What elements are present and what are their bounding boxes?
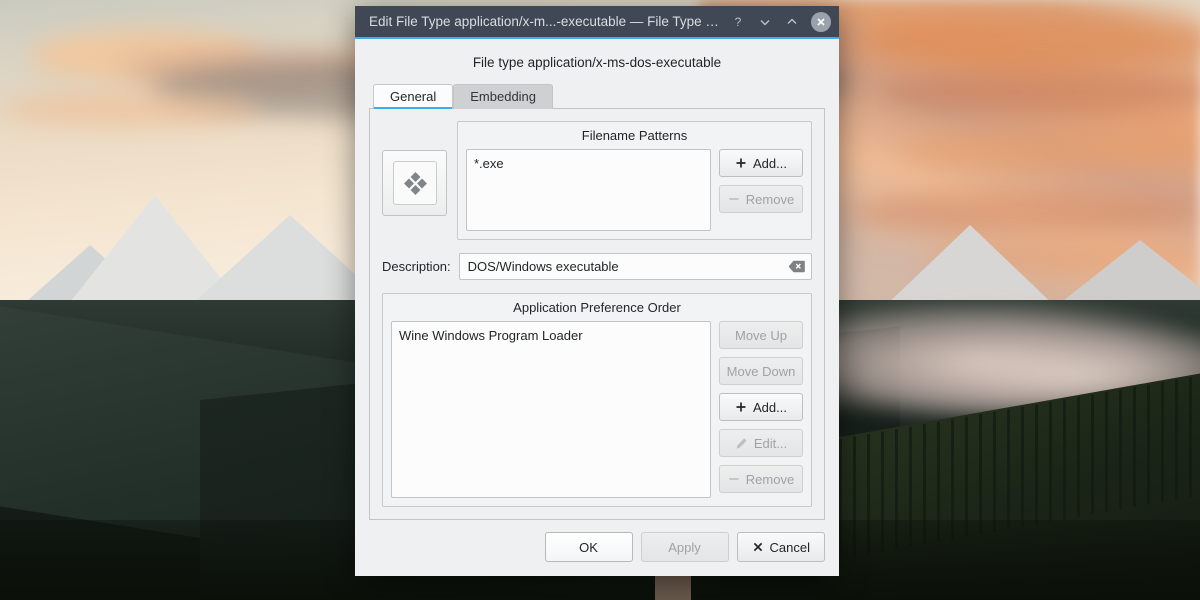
cancel-label: Cancel [770, 540, 810, 555]
help-icon[interactable]: ? [726, 10, 750, 34]
description-row: Description: DOS/Windows executable [382, 253, 812, 280]
add-pattern-label: Add... [753, 156, 787, 171]
description-label: Description: [382, 259, 451, 274]
minus-icon [728, 473, 740, 485]
application-preference-body: Wine Windows Program Loader Move Up Move… [391, 321, 803, 498]
edit-application-button[interactable]: Edit... [719, 429, 803, 457]
tab-general[interactable]: General [373, 84, 453, 109]
filename-patterns-buttons: Add... Remove [719, 149, 803, 231]
cancel-button[interactable]: Cancel [737, 532, 825, 562]
description-input[interactable]: DOS/Windows executable [459, 253, 812, 280]
clear-text-icon[interactable] [788, 260, 805, 273]
filename-patterns-body: *.exe Add... Remove [466, 149, 803, 231]
file-type-icon [393, 161, 437, 205]
cloud [860, 10, 1200, 70]
remove-application-label: Remove [746, 472, 794, 487]
edit-application-label: Edit... [754, 436, 787, 451]
apply-button[interactable]: Apply [641, 532, 729, 562]
application-preference-group: Application Preference Order Wine Window… [382, 293, 812, 507]
application-preference-list[interactable]: Wine Windows Program Loader [391, 321, 711, 498]
apply-label: Apply [668, 540, 701, 555]
svg-text:?: ? [735, 15, 742, 29]
file-type-icon-button[interactable] [382, 150, 447, 216]
filename-patterns-row: Filename Patterns *.exe Add... [382, 121, 812, 240]
add-application-button[interactable]: Add... [719, 393, 803, 421]
cloud [900, 130, 1200, 170]
remove-pattern-button[interactable]: Remove [719, 185, 803, 213]
cloud [0, 92, 260, 126]
application-preference-buttons: Move Up Move Down Add... [719, 321, 803, 498]
move-up-label: Move Up [735, 328, 787, 343]
minus-icon [728, 193, 740, 205]
window-title: Edit File Type application/x-m...-execut… [369, 14, 726, 29]
file-type-editor-dialog: Edit File Type application/x-m...-execut… [355, 6, 839, 576]
pencil-icon [735, 437, 748, 450]
remove-application-button[interactable]: Remove [719, 465, 803, 493]
filename-patterns-list[interactable]: *.exe [466, 149, 711, 231]
plus-icon [735, 401, 747, 413]
filename-patterns-group: Filename Patterns *.exe Add... [457, 121, 812, 240]
maximize-icon[interactable] [780, 10, 804, 34]
filetype-caption: File type application/x-ms-dos-executabl… [369, 51, 825, 82]
tab-embedding[interactable]: Embedding [453, 84, 553, 109]
ok-button[interactable]: OK [545, 532, 633, 562]
tab-panel-general: Filename Patterns *.exe Add... [369, 108, 825, 520]
description-value: DOS/Windows executable [468, 259, 788, 274]
cloud [880, 70, 1200, 114]
dialog-body: File type application/x-ms-dos-executabl… [355, 39, 839, 520]
list-item[interactable]: *.exe [474, 155, 703, 173]
move-down-button[interactable]: Move Down [719, 357, 803, 385]
tabbar: General Embedding [373, 82, 825, 108]
move-up-button[interactable]: Move Up [719, 321, 803, 349]
ok-label: OK [579, 540, 598, 555]
add-application-label: Add... [753, 400, 787, 415]
filename-patterns-title: Filename Patterns [466, 128, 803, 143]
titlebar[interactable]: Edit File Type application/x-m...-execut… [355, 6, 839, 39]
list-item[interactable]: Wine Windows Program Loader [399, 327, 703, 345]
application-preference-title: Application Preference Order [391, 300, 803, 315]
desktop: Edit File Type application/x-m...-execut… [0, 0, 1200, 600]
minimize-icon[interactable] [753, 10, 777, 34]
dialog-footer: OK Apply Cancel [355, 520, 839, 576]
plus-icon [735, 157, 747, 169]
cross-icon [752, 541, 764, 553]
window-controls: ? [726, 10, 831, 34]
add-pattern-button[interactable]: Add... [719, 149, 803, 177]
move-down-label: Move Down [727, 364, 796, 379]
close-icon[interactable] [811, 12, 831, 32]
remove-pattern-label: Remove [746, 192, 794, 207]
